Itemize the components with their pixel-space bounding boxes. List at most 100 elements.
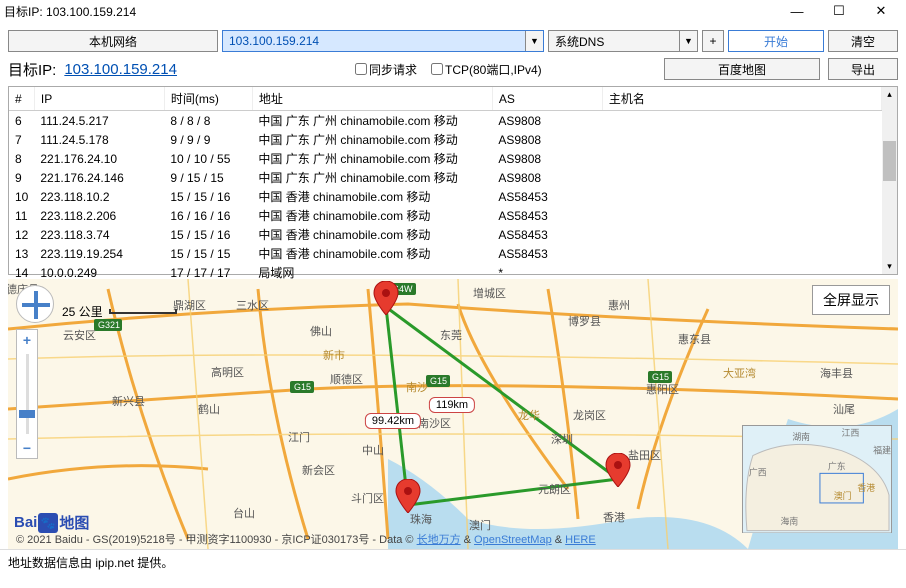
add-button[interactable]: + [702,30,724,52]
attr-link[interactable]: OpenStreetMap [474,534,552,546]
attr-link[interactable]: HERE [565,534,596,546]
svg-text:惠东县: 惠东县 [678,332,711,346]
svg-text:广东: 广东 [828,460,846,471]
col-host[interactable]: 主机名 [602,87,881,111]
dns-value: 系统DNS [549,31,679,51]
svg-text:新兴县: 新兴县 [112,394,145,408]
map-canvas[interactable]: G4W G321 G15 G15 G15 增城区 惠州 东莞 佛山 鼎湖区 三水… [8,279,898,549]
svg-text:增城区: 增城区 [473,286,506,300]
svg-text:台山: 台山 [233,506,255,520]
table-row[interactable]: 13223.119.19.25415 / 15 / 15中国 香港 chinam… [9,244,882,263]
scroll-up-icon[interactable]: ▴ [882,87,897,102]
tcp80-checkbox[interactable]: TCP(80端口,IPv4) [431,61,542,78]
compass-control[interactable] [16,285,54,323]
svg-text:江门: 江门 [288,430,310,444]
svg-text:南沙区: 南沙区 [418,417,451,430]
svg-text:G15: G15 [430,376,447,386]
dns-combo[interactable]: 系统DNS ▼ [548,30,698,52]
baidu-map-button[interactable]: 百度地图 [664,58,820,80]
scroll-thumb[interactable] [883,141,896,181]
svg-text:顺德区: 顺德区 [330,372,363,386]
target-ip-link[interactable]: 103.100.159.214 [64,61,177,78]
table-row[interactable]: 9221.176.24.1469 / 15 / 15中国 广东 广州 china… [9,168,882,187]
svg-text:汕尾: 汕尾 [833,403,855,416]
local-network-button[interactable]: 本机网络 [8,30,218,52]
table-row[interactable]: 8221.176.24.1010 / 10 / 55中国 广东 广州 china… [9,149,882,168]
table-row[interactable]: 6111.24.5.2178 / 8 / 8中国 广东 广州 chinamobi… [9,111,882,131]
svg-text:高明区: 高明区 [211,365,244,379]
col-time[interactable]: 时间(ms) [164,87,252,111]
svg-text:福建: 福建 [873,445,891,456]
target-ip-combo[interactable]: ▼ [222,30,544,52]
svg-text:佛山: 佛山 [310,325,332,338]
fullscreen-button[interactable]: 全屏显示 [812,285,890,315]
svg-text:元朗区: 元朗区 [538,483,571,496]
svg-text:湖南: 湖南 [792,431,810,442]
svg-text:惠州: 惠州 [608,298,630,312]
svg-text:博罗县: 博罗县 [568,315,601,328]
title-prefix: 目标IP: [4,5,43,19]
svg-text:斗门区: 斗门区 [351,491,384,505]
svg-text:龙岗区: 龙岗区 [573,409,606,422]
svg-text:大亚湾: 大亚湾 [723,366,756,380]
table-row[interactable]: 11223.118.2.20616 / 16 / 16中国 香港 chinamo… [9,206,882,225]
chevron-down-icon[interactable]: ▼ [679,31,697,51]
map-attribution: © 2021 Baidu - GS(2019)5218号 - 甲测资字11009… [16,531,890,547]
zoom-slider[interactable] [17,350,37,438]
svg-text:G15: G15 [652,372,669,382]
col-as[interactable]: AS [492,87,602,111]
svg-text:鼎湖区: 鼎湖区 [173,299,206,312]
svg-text:香港: 香港 [603,511,625,524]
svg-text:盐田区: 盐田区 [628,449,661,462]
svg-text:南沙: 南沙 [406,381,428,394]
svg-text:新市: 新市 [323,348,345,362]
svg-text:惠阳区: 惠阳区 [646,382,679,396]
scroll-down-icon[interactable]: ▾ [882,259,897,274]
close-button[interactable]: ✕ [860,0,902,22]
table-row[interactable]: 7111.24.5.1789 / 9 / 9中国 广东 广州 chinamobi… [9,130,882,149]
map-marker[interactable] [373,281,399,315]
col-index[interactable]: # [9,87,34,111]
table-row[interactable]: 12223.118.3.7415 / 15 / 16中国 香港 chinamob… [9,225,882,244]
svg-text:广西: 广西 [749,466,767,477]
minimize-button[interactable]: — [776,0,818,22]
svg-text:珠海: 珠海 [410,512,432,526]
col-ip[interactable]: IP [34,87,164,111]
zoom-out-button[interactable]: − [17,438,37,458]
svg-text:澳门: 澳门 [834,490,852,501]
table-row[interactable]: 10223.118.10.215 / 15 / 16中国 香港 chinamob… [9,187,882,206]
svg-text:海南: 海南 [780,516,798,527]
zoom-handle[interactable] [19,410,35,418]
svg-text:江西: 江西 [842,428,860,438]
clear-button[interactable]: 清空 [828,30,898,52]
svg-text:G15: G15 [294,382,311,392]
zoom-in-button[interactable]: + [17,330,37,350]
maximize-button[interactable]: ☐ [818,0,860,22]
minimap[interactable]: 广西 广东 福建 湖南 江西 海南 香港 澳门 [742,425,892,533]
svg-text:新会区: 新会区 [302,463,335,477]
distance-label: 99.42km [365,413,421,429]
scale-bar: 25 公里 [62,303,177,320]
svg-text:鹤山: 鹤山 [198,402,220,416]
svg-text:G321: G321 [98,320,120,330]
chevron-down-icon[interactable]: ▼ [525,31,543,51]
sync-request-checkbox[interactable]: 同步请求 [355,61,417,78]
vertical-scrollbar[interactable]: ▴ ▾ [882,87,897,274]
export-button[interactable]: 导出 [828,58,898,80]
svg-text:龙华: 龙华 [518,408,540,422]
svg-text:澳门: 澳门 [469,518,491,532]
start-button[interactable]: 开始 [728,30,824,52]
col-addr[interactable]: 地址 [252,87,492,111]
svg-text:海丰县: 海丰县 [820,366,853,380]
map-marker[interactable] [395,479,421,513]
map-marker[interactable] [605,453,631,487]
svg-text:中山: 中山 [362,444,384,457]
target-ip-label: 目标IP: [8,59,56,80]
svg-text:云安区: 云安区 [63,328,96,342]
target-ip-input[interactable] [223,31,525,51]
svg-text:香港: 香港 [857,482,875,493]
zoom-control[interactable]: + − [16,329,38,459]
svg-text:深圳: 深圳 [551,433,573,446]
attr-link[interactable]: 长地万方 [417,534,461,546]
distance-label: 119km [429,397,475,413]
